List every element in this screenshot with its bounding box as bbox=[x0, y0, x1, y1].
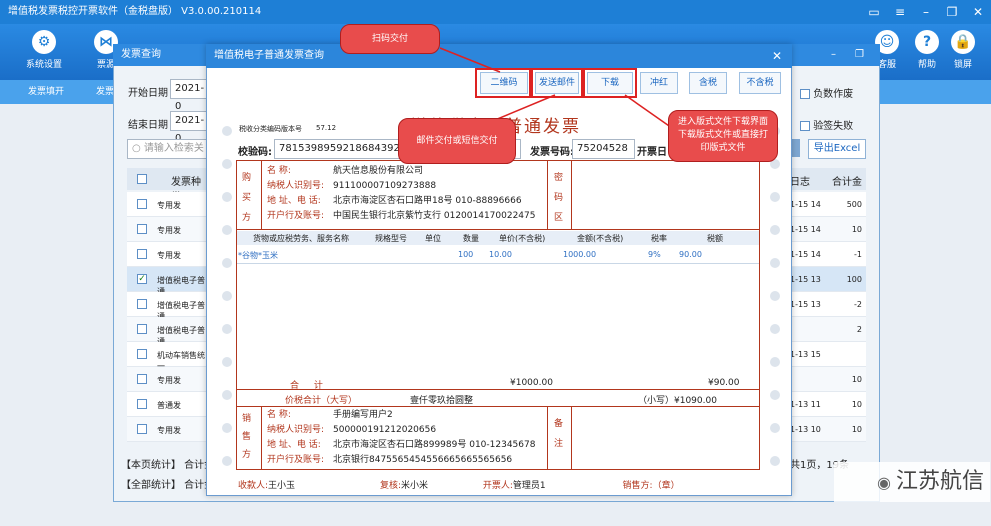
annotation-mail: 邮件交付或短信交付 bbox=[398, 118, 516, 164]
annotation-qr: 扫码交付 bbox=[340, 24, 440, 54]
annotation-download: 进入版式文件下载界面下载版式文件或直接打印版式文件 bbox=[668, 110, 778, 162]
watermark-text: 江苏航信 bbox=[895, 469, 984, 494]
wechat-icon: ◉ bbox=[876, 473, 896, 492]
annotation-arrows bbox=[439, 47, 673, 129]
watermark: ◉ 江苏航信 bbox=[834, 462, 990, 502]
